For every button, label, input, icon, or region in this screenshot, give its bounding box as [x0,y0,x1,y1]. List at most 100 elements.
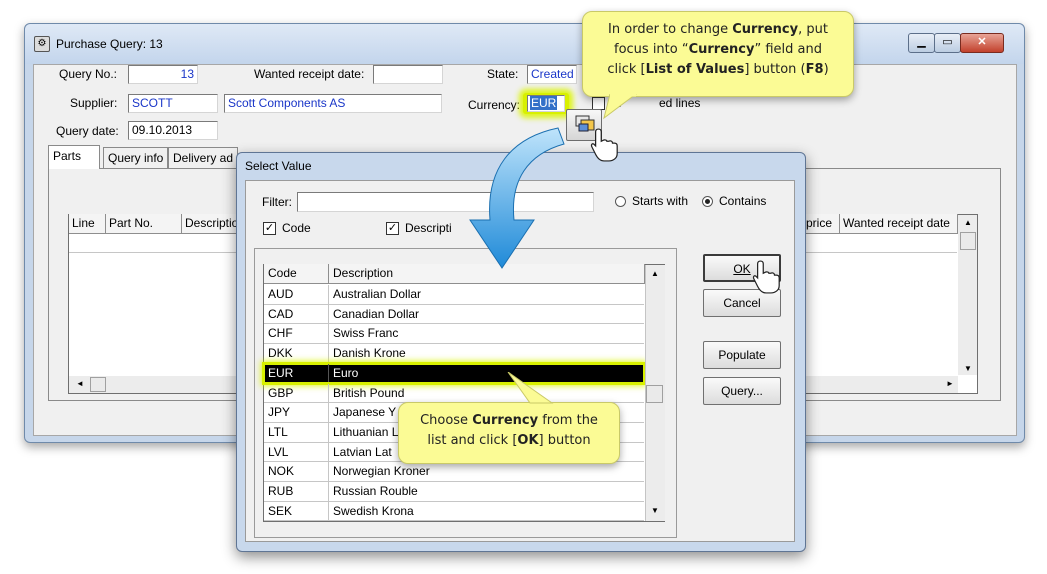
row-description: Australian Dollar [333,287,422,301]
list-item[interactable]: DKK Danish Krone [264,344,644,364]
row-description: Canadian Dollar [333,306,420,321]
contains-radio[interactable] [702,196,713,207]
grid-hscroll-thumb[interactable] [90,377,106,392]
row-description: Euro [333,365,359,380]
grid-header-part-no[interactable]: Part No. [106,214,182,234]
list-item[interactable]: CHF Swiss Franc [264,324,644,345]
wanted-receipt-date-field[interactable] [373,65,443,84]
supplier-code-field[interactable]: SCOTT [128,94,218,113]
currency-value: EUR [530,96,558,110]
row-description: Latvian Lat [333,444,392,459]
query-no-label: Query No.: [59,67,118,81]
window-title: Purchase Query: 13 [56,37,163,51]
wanted-receipt-date-label: Wanted receipt date: [254,67,365,81]
row-code: CAD [264,304,329,324]
code-checkbox[interactable]: ✓ [263,222,276,235]
supplier-name-field: Scott Components AS [224,94,442,113]
callout-text: click [ [607,62,646,77]
callout-text-bold: List of Values [645,62,745,77]
description-checkbox[interactable]: ✓ [386,222,399,235]
row-code: SEK [264,501,329,521]
callout-text: ) [823,62,829,77]
list-item[interactable]: GBP British Pound [264,383,644,404]
minimize-button[interactable]: ▁ [908,33,935,53]
list-item-selected[interactable]: EUR Euro [262,361,646,386]
ok-button-label: OK [733,262,751,276]
callout-text-bold: Currency [688,42,755,57]
query-date-field[interactable]: 09.10.2013 [128,121,218,140]
state-label: State: [487,67,519,81]
row-code: AUD [264,285,329,304]
tab-parts[interactable]: Parts [48,145,100,169]
row-description: Russian Rouble [333,484,418,498]
row-code: CHF [264,324,329,344]
starts-with-radio[interactable] [615,196,626,207]
callout-text-bold: Currency [472,413,539,428]
grid-header-line[interactable]: Line [69,214,106,234]
grid-scroll-down-icon[interactable]: ▼ [960,362,976,378]
callout-text: focus into “ [614,42,689,57]
query-date-label: Query date: [56,124,119,138]
callout-text: ] button [538,433,591,448]
instruction-callout-top: In order to change Currency, put focus i… [582,11,854,97]
list-item[interactable]: RUB Russian Rouble [264,482,644,502]
close-button[interactable]: ✕ [960,33,1004,53]
tab-delivery-address[interactable]: Delivery ad [168,147,238,168]
tab-query-info[interactable]: Query info [103,147,168,168]
list-header-code[interactable]: Code [264,264,329,284]
row-description: Swiss Franc [333,326,399,341]
grid-header-description[interactable]: Descriptio [182,214,238,234]
callout-text: Choose [420,413,473,428]
row-description: Japanese Y [333,405,397,420]
row-description: Norwegian Kroner [333,464,430,479]
grid-scroll-thumb[interactable] [960,232,976,250]
callout-text: , put [798,22,828,37]
supplier-code-value: SCOTT [132,96,173,110]
grid-scroll-left-icon[interactable]: ◄ [72,377,88,393]
row-description: British Pound [333,385,405,400]
starts-with-label: Starts with [632,194,689,208]
grid-scroll-right-icon[interactable]: ► [942,377,958,393]
hand-cursor-icon [590,128,618,162]
row-code: EUR [264,363,329,383]
supplier-label: Supplier: [70,96,118,110]
row-code: GBP [264,383,329,403]
row-code: LVL [264,442,329,462]
grid-header-wanted-receipt-date[interactable]: Wanted receipt date [840,214,958,234]
filter-label: Filter: [262,195,292,209]
app-icon: ⚙ [34,36,50,52]
hide-lines-label-end: ed lines [659,96,701,110]
dialog-title: Select Value [245,159,312,173]
list-item[interactable]: CAD Canadian Dollar [264,304,644,325]
list-item[interactable]: AUD Australian Dollar [264,285,644,305]
code-checkbox-label: Code [282,221,311,235]
row-code: NOK [264,462,329,481]
row-description: Swedish Krona [333,503,414,518]
query-no-field[interactable]: 13 [128,65,198,84]
maximize-button[interactable]: ▭ [934,33,961,53]
list-scroll-up-icon[interactable]: ▲ [647,267,663,283]
list-item[interactable]: SEK Swedish Krona [264,501,644,522]
hand-cursor-icon [752,260,780,294]
query-button[interactable]: Query... [703,377,781,405]
title-bar[interactable] [25,24,1024,64]
callout-text: from the [538,413,598,428]
populate-button[interactable]: Populate [703,341,781,369]
callout-text-bold: F8 [805,62,824,77]
grid-header-price[interactable]: price [803,214,840,234]
query-no-value: 13 [180,67,194,81]
list-item[interactable]: NOK Norwegian Kroner [264,462,644,482]
list-scroll-thumb[interactable] [646,385,663,403]
supplier-name-value: Scott Components AS [228,96,346,110]
state-field[interactable]: Created [527,65,577,84]
callout-text: ” field and [754,42,822,57]
callout-text-bold: Currency [732,22,799,37]
row-description: Danish Krone [333,346,406,361]
callout-text-bold: OK [517,433,539,448]
grid-scroll-up-icon[interactable]: ▲ [960,216,976,232]
row-code: DKK [264,344,329,363]
row-description: Lithuanian L [333,424,399,439]
callout-text: ] button ( [744,62,806,77]
list-scroll-down-icon[interactable]: ▼ [647,504,663,520]
row-code: LTL [264,422,329,442]
